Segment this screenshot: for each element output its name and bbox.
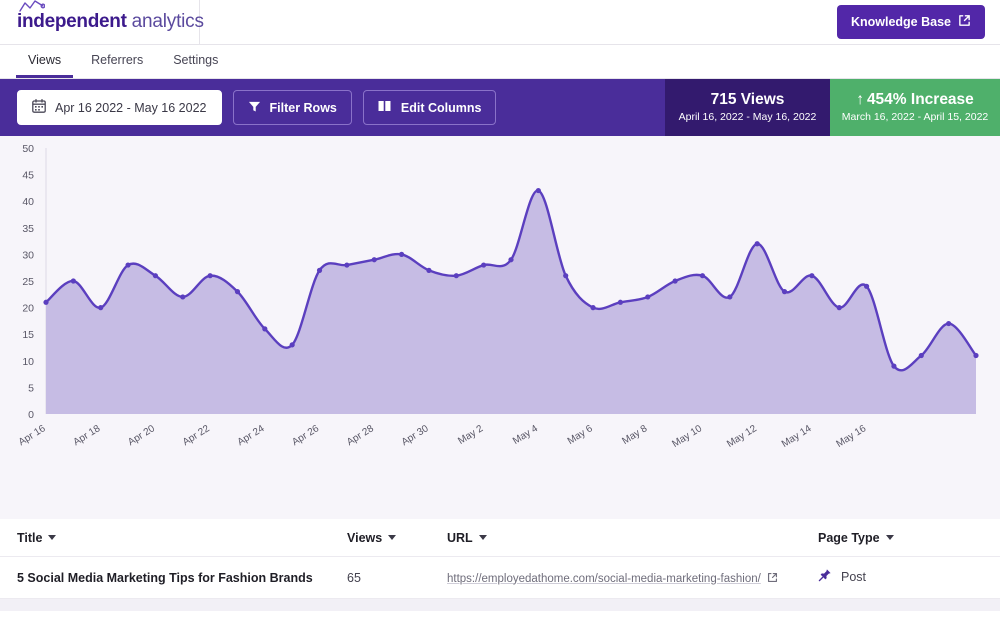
column-header-views-cell: Views bbox=[347, 529, 447, 547]
row-title-text: 5 Social Media Marketing Tips for Fashio… bbox=[17, 570, 313, 585]
svg-text:5: 5 bbox=[28, 382, 34, 394]
date-range-label: Apr 16 2022 - May 16 2022 bbox=[55, 100, 207, 115]
column-header-page-type-label: Page Type bbox=[818, 530, 880, 545]
logo-text-light: analytics bbox=[131, 11, 204, 32]
column-header-views[interactable]: Views bbox=[347, 530, 397, 545]
svg-text:May 12: May 12 bbox=[725, 423, 759, 450]
svg-text:Apr 28: Apr 28 bbox=[345, 423, 376, 448]
column-header-url-cell: URL bbox=[447, 529, 818, 547]
row-views-text: 65 bbox=[347, 570, 361, 585]
svg-text:Apr 20: Apr 20 bbox=[126, 423, 157, 448]
svg-text:20: 20 bbox=[22, 303, 34, 315]
svg-text:Apr 18: Apr 18 bbox=[71, 423, 102, 448]
column-header-url-label: URL bbox=[447, 530, 473, 545]
table-header-row: Title Views URL Page Type bbox=[0, 519, 1000, 557]
svg-text:May 6: May 6 bbox=[566, 423, 595, 447]
views-value: 715 Views bbox=[710, 90, 785, 108]
column-header-page-type[interactable]: Page Type bbox=[818, 531, 894, 545]
stat-panel-views: 715 Views April 16, 2022 - May 16, 2022 bbox=[665, 79, 830, 136]
column-header-page-type-cell: Page Type bbox=[818, 529, 983, 547]
caret-down-icon bbox=[48, 535, 57, 540]
svg-text:May 14: May 14 bbox=[780, 423, 814, 450]
filter-rows-button[interactable]: Filter Rows bbox=[232, 90, 352, 125]
line-chart-spark-icon bbox=[19, 0, 46, 18]
external-link-icon bbox=[958, 14, 971, 30]
svg-text:15: 15 bbox=[22, 329, 34, 341]
row-page-type: Post bbox=[818, 568, 866, 585]
caret-down-icon bbox=[478, 535, 487, 540]
top-bar: independent analytics Knowledge Base bbox=[0, 0, 1000, 45]
svg-text:May 10: May 10 bbox=[670, 423, 704, 450]
edit-columns-label: Edit Columns bbox=[400, 100, 482, 115]
edit-columns-button[interactable]: Edit Columns bbox=[362, 90, 497, 125]
calendar-icon bbox=[32, 99, 46, 116]
svg-text:Apr 26: Apr 26 bbox=[290, 423, 321, 448]
top-bar-spacer bbox=[200, 0, 837, 44]
caret-down-icon bbox=[885, 535, 894, 540]
svg-text:May 2: May 2 bbox=[456, 423, 485, 447]
svg-text:0: 0 bbox=[28, 409, 34, 421]
svg-text:May 8: May 8 bbox=[620, 423, 649, 447]
svg-text:Apr 24: Apr 24 bbox=[236, 423, 267, 448]
svg-text:Apr 22: Apr 22 bbox=[181, 423, 212, 448]
increase-value-row: ↑ 454% Increase bbox=[856, 90, 974, 109]
svg-text:50: 50 bbox=[22, 143, 34, 155]
svg-text:May 4: May 4 bbox=[511, 423, 540, 447]
cell-page-type: Post bbox=[818, 568, 983, 587]
external-link-icon bbox=[767, 572, 778, 586]
caret-down-icon bbox=[388, 535, 397, 540]
svg-text:May 16: May 16 bbox=[835, 423, 869, 450]
pages-table: Title Views URL Page Type 5 Social Media… bbox=[0, 519, 1000, 611]
svg-text:10: 10 bbox=[22, 356, 34, 368]
toolbar: Apr 16 2022 - May 16 2022 Filter Rows Ed… bbox=[0, 79, 1000, 136]
tab-settings[interactable]: Settings bbox=[161, 53, 230, 79]
views-chart[interactable]: 0 5 10 15 20 25 30 35 40 45 50 Apr 16 Apr 18 Apr 20 Ap… bbox=[0, 136, 1000, 519]
columns-icon bbox=[378, 100, 392, 115]
views-range: April 16, 2022 - May 16, 2022 bbox=[678, 111, 817, 124]
tab-bar: Views Referrers Settings bbox=[0, 45, 1000, 79]
increase-range: March 16, 2022 - April 15, 2022 bbox=[841, 111, 989, 124]
row-url-text: https://employedathome.com/social-media-… bbox=[447, 572, 761, 585]
column-header-title[interactable]: Title bbox=[17, 530, 57, 545]
cell-url: https://employedathome.com/social-media-… bbox=[447, 569, 818, 587]
svg-text:40: 40 bbox=[22, 196, 34, 208]
funnel-icon bbox=[248, 100, 261, 116]
svg-text:35: 35 bbox=[22, 223, 34, 235]
knowledge-base-button[interactable]: Knowledge Base bbox=[836, 5, 985, 39]
cell-title: 5 Social Media Marketing Tips for Fashio… bbox=[17, 569, 347, 587]
svg-text:Apr 30: Apr 30 bbox=[400, 423, 431, 448]
chart-canvas: 0 5 10 15 20 25 30 35 40 45 50 Apr 16 Apr 18 Apr 20 Ap… bbox=[17, 143, 979, 450]
table-footer bbox=[0, 599, 1000, 611]
toolbar-controls: Apr 16 2022 - May 16 2022 Filter Rows Ed… bbox=[0, 79, 665, 136]
app-logo[interactable]: independent analytics bbox=[0, 0, 204, 44]
filter-rows-label: Filter Rows bbox=[269, 100, 337, 115]
cell-views: 65 bbox=[347, 569, 447, 587]
column-header-url[interactable]: URL bbox=[447, 531, 487, 545]
row-url-link[interactable]: https://employedathome.com/social-media-… bbox=[447, 572, 778, 586]
svg-text:30: 30 bbox=[22, 249, 34, 261]
column-header-title-label: Title bbox=[17, 530, 43, 545]
svg-text:45: 45 bbox=[22, 170, 34, 182]
up-arrow-icon: ↑ bbox=[856, 90, 864, 108]
row-page-type-text: Post bbox=[841, 569, 867, 584]
tab-views[interactable]: Views bbox=[16, 53, 74, 78]
column-header-title-cell: Title bbox=[17, 529, 347, 547]
table-row[interactable]: 5 Social Media Marketing Tips for Fashio… bbox=[0, 557, 1000, 599]
svg-text:Apr 16: Apr 16 bbox=[17, 423, 48, 448]
svg-text:25: 25 bbox=[22, 276, 34, 288]
increase-value: 454% Increase bbox=[866, 90, 974, 108]
date-range-picker[interactable]: Apr 16 2022 - May 16 2022 bbox=[17, 90, 222, 125]
knowledge-base-label: Knowledge Base bbox=[850, 15, 951, 29]
knowledge-base-container: Knowledge Base bbox=[836, 0, 1000, 44]
pin-icon bbox=[818, 568, 832, 585]
stat-panel-increase: ↑ 454% Increase March 16, 2022 - April 1… bbox=[830, 79, 1000, 136]
column-header-views-label: Views bbox=[347, 530, 383, 545]
tab-referrers[interactable]: Referrers bbox=[79, 53, 155, 79]
